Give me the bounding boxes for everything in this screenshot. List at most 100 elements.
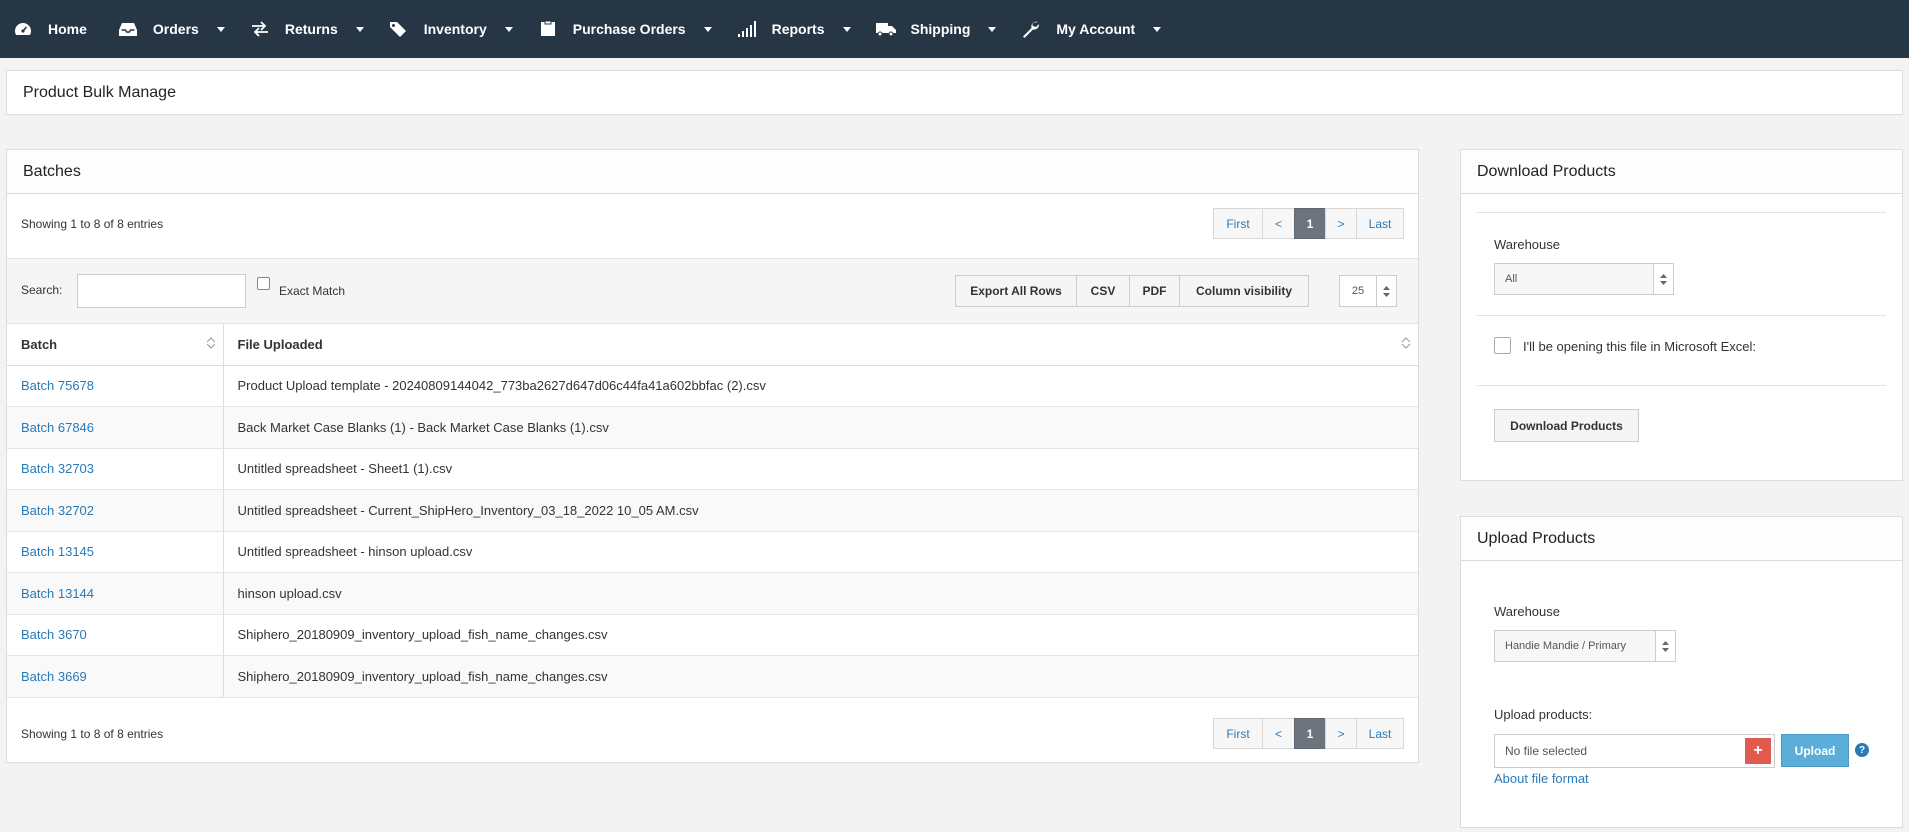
column-header-file-uploaded[interactable]: File Uploaded (223, 324, 1418, 366)
help-icon[interactable]: ? (1855, 743, 1869, 757)
table-row: Batch 13144 hinson upload.csv (7, 572, 1418, 615)
column-header-label: Batch (21, 336, 58, 352)
page-next-button[interactable]: > (1325, 208, 1357, 239)
search-input[interactable] (77, 274, 246, 308)
nav-label: Reports (771, 21, 825, 37)
column-header-batch[interactable]: Batch (7, 324, 224, 366)
file-name-cell: Untitled spreadsheet - hinson upload.csv (223, 531, 1418, 573)
exchange-icon (249, 20, 271, 38)
table-row: Batch 3670 Shiphero_20180909_inventory_up… (7, 614, 1418, 656)
nav-returns[interactable]: Returns (239, 0, 378, 58)
page-number-button[interactable]: 1 (1294, 718, 1326, 749)
page-length-select[interactable]: 25 (1339, 275, 1397, 307)
batch-link[interactable]: Batch 67846 (21, 420, 94, 435)
updown-icon (1655, 631, 1675, 661)
nav-label: Returns (284, 21, 338, 37)
batches-title: Batches (7, 150, 1418, 194)
table-info: Showing 1 to 8 of 8 entries (21, 726, 164, 741)
table-row: Batch 32702 Untitled spreadsheet - Curren… (7, 489, 1418, 532)
file-input-placeholder: No file selected (1505, 744, 1588, 758)
chevron-down-icon[interactable] (839, 26, 855, 32)
excel-label: I'll be opening this file in Microsoft E… (1523, 339, 1756, 354)
warehouse-label: Warehouse (1494, 604, 1560, 619)
nav-orders[interactable]: Orders (87, 0, 239, 58)
file-name-cell: Product Upload template - 20240809144042… (223, 365, 1418, 407)
batches-panel: Batches Showing 1 to 8 of 8 entries Firs… (6, 149, 1419, 763)
file-name-cell: Shiphero_20180909_inventory_upload_fish_… (223, 614, 1418, 656)
file-name-cell: Back Market Case Blanks (1) - Back Marke… (223, 406, 1418, 449)
warehouse-select[interactable]: Handie Mandie / Primary (1494, 630, 1676, 662)
chevron-down-icon[interactable] (213, 26, 229, 32)
search-label: Search: (21, 283, 63, 297)
page-last-button[interactable]: Last (1356, 208, 1404, 239)
table-toolbar: Search: Exact Match Export All Rows CSV … (7, 258, 1418, 324)
table-row: Batch 75678 Product Upload template - 202… (7, 365, 1418, 407)
page-number-button[interactable]: 1 (1294, 208, 1326, 239)
add-file-button[interactable]: + (1745, 738, 1771, 764)
batches-table: Batch File Uploaded Batch 75678 Product U… (7, 324, 1418, 698)
chevron-down-icon[interactable] (700, 26, 716, 32)
column-visibility-button[interactable]: Column visibility (1179, 275, 1309, 307)
divider (1477, 385, 1886, 386)
exact-match-checkbox[interactable] (257, 277, 270, 290)
column-header-label: File Uploaded (237, 336, 323, 352)
batch-link[interactable]: Batch 32703 (21, 461, 94, 476)
warehouse-select[interactable]: All (1494, 263, 1674, 295)
signal-icon (736, 20, 758, 38)
table-header-row: Batch File Uploaded (7, 324, 1418, 366)
nav-purchase-orders[interactable]: Purchase Orders (527, 0, 726, 58)
file-input[interactable]: No file selected + (1494, 734, 1775, 768)
csv-button[interactable]: CSV (1076, 275, 1130, 307)
batch-link[interactable]: Batch 3670 (21, 627, 87, 642)
chevron-down-icon[interactable] (352, 26, 368, 32)
page-length-value: 25 (1351, 285, 1365, 297)
batch-link[interactable]: Batch 13144 (21, 586, 94, 601)
upload-products-title: Upload Products (1461, 517, 1902, 561)
nav-label: Home (48, 21, 87, 37)
chevron-down-icon[interactable] (984, 26, 1000, 32)
download-products-button[interactable]: Download Products (1494, 409, 1639, 442)
nav-inventory[interactable]: Inventory (378, 0, 527, 58)
batch-link[interactable]: Batch 3669 (21, 669, 87, 684)
sort-icon (206, 337, 215, 352)
chevron-down-icon[interactable] (1149, 26, 1165, 32)
exact-match-label: Exact Match (279, 284, 346, 298)
nav-label: Shipping (910, 21, 971, 37)
batch-link[interactable]: Batch 13145 (21, 544, 94, 559)
sort-icon (1401, 337, 1411, 352)
nav-shipping[interactable]: Shipping (865, 0, 1011, 58)
nav-label: My Account (1056, 21, 1136, 37)
pdf-button[interactable]: PDF (1129, 275, 1180, 307)
nav-label: Orders (152, 21, 199, 37)
page-last-button[interactable]: Last (1356, 718, 1404, 749)
nav-reports[interactable]: Reports (726, 0, 865, 58)
pagination: First < 1 > Last (1213, 208, 1404, 239)
batch-link[interactable]: Batch 32702 (21, 503, 94, 518)
page-prev-button[interactable]: < (1262, 208, 1295, 239)
batch-link[interactable]: Batch 75678 (21, 378, 94, 393)
dashboard-icon (12, 20, 34, 38)
nav-label: Inventory (423, 21, 487, 37)
warehouse-value: Handie Mandie / Primary (1505, 640, 1627, 652)
pagination: First < 1 > Last (1213, 718, 1404, 749)
download-products-panel: Download Products Warehouse All I'll be … (1460, 149, 1903, 481)
nav-label: Purchase Orders (572, 21, 686, 37)
download-products-title: Download Products (1461, 150, 1902, 194)
page-prev-button[interactable]: < (1262, 718, 1295, 749)
updown-icon (1376, 276, 1396, 306)
page-next-button[interactable]: > (1325, 718, 1357, 749)
chevron-down-icon[interactable] (501, 26, 517, 32)
nav-my-account[interactable]: My Account (1010, 0, 1175, 58)
page-first-button[interactable]: First (1213, 208, 1263, 239)
page-first-button[interactable]: First (1213, 718, 1263, 749)
table-row: Batch 13145 Untitled spreadsheet - hinson… (7, 531, 1418, 573)
export-buttons: Export All Rows CSV PDF Column visibilit… (955, 275, 1309, 307)
upload-products-label: Upload products: (1494, 707, 1593, 722)
nav-home[interactable]: Home (0, 0, 87, 58)
export-all-rows-button[interactable]: Export All Rows (955, 275, 1077, 307)
upload-button[interactable]: Upload (1781, 734, 1849, 767)
excel-checkbox[interactable] (1494, 337, 1511, 354)
inbox-icon (117, 20, 139, 38)
top-nav: Home Orders Returns Inventory Purchase O… (0, 0, 1909, 58)
about-file-format-link[interactable]: About file format (1494, 771, 1589, 786)
